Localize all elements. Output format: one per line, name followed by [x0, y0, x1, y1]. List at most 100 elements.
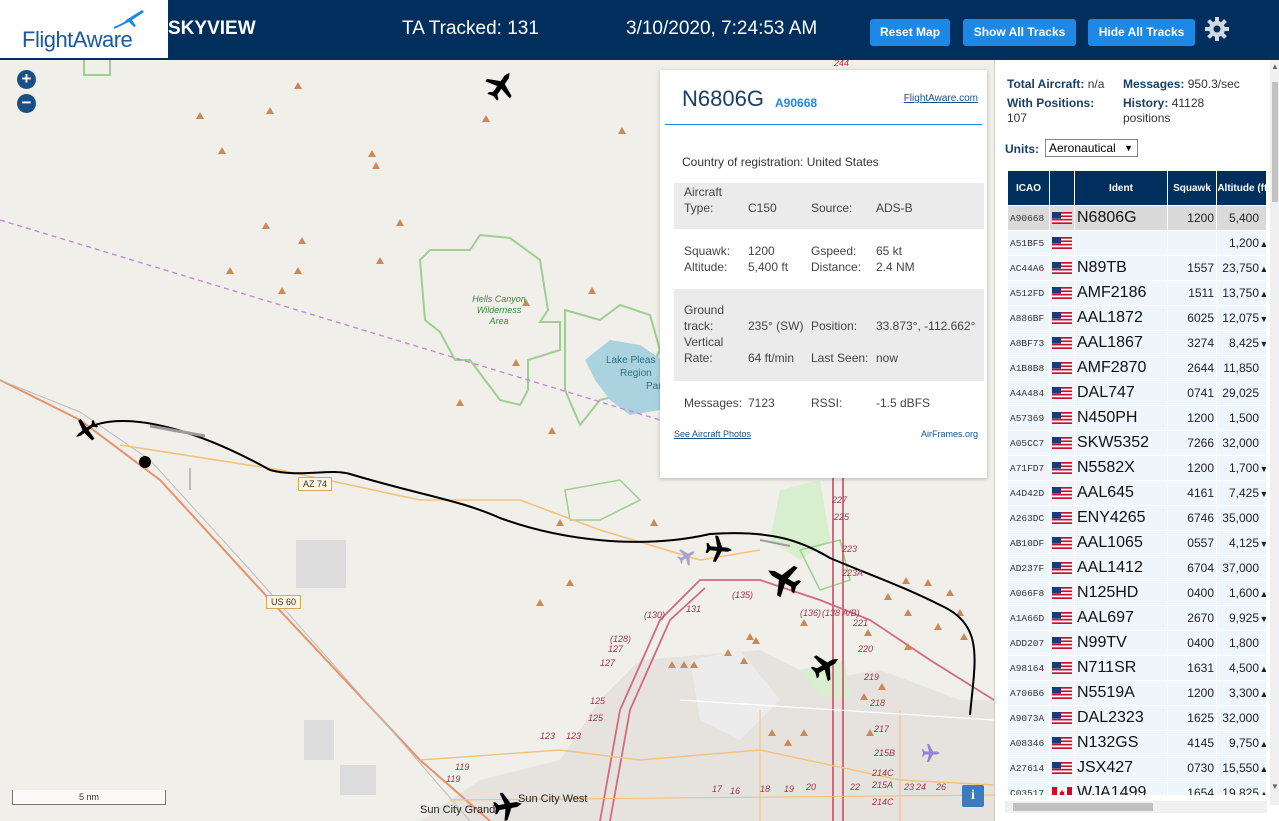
col-icao[interactable]: ICAO [1008, 171, 1049, 205]
route-244-label: 244 [834, 60, 850, 68]
airport-icon [677, 549, 695, 566]
scroll-up-icon[interactable]: ▲ [1271, 62, 1279, 71]
units-select[interactable]: Aeronautical ▼ [1045, 139, 1138, 157]
table-row[interactable]: A4A484 DAL747 0741 29,025 [1008, 381, 1266, 405]
altitude-cell: 12,075▼ [1217, 306, 1266, 330]
altitude-value: 1,500 [1228, 411, 1259, 425]
zoom-in-button[interactable]: + [17, 70, 36, 89]
vertical-scrollbar[interactable]: ▲ ▼ [1270, 60, 1279, 805]
table-row[interactable]: A4D42D AAL645 4161 7,425▼ [1008, 481, 1266, 505]
altitude-cell: 1,800 [1217, 631, 1266, 655]
icao-cell: AD237F [1008, 556, 1049, 580]
ta-tracked-count: TA Tracked: 131 [402, 18, 539, 39]
table-row[interactable]: A886BF AAL1872 6025 12,075▼ [1008, 306, 1266, 330]
info-button[interactable]: i [962, 785, 984, 807]
zoom-out-button[interactable]: − [17, 94, 36, 113]
altitude-value: 4,500 [1228, 661, 1259, 675]
map-view[interactable]: Hells Canyon Wilderness Area Lake Pleas Reg… [0, 60, 994, 821]
aircraft-icon[interactable] [492, 790, 524, 821]
table-row[interactable]: AC44A6 N89TB 1557 23,750▲ [1008, 256, 1266, 280]
exit-label: 225 [834, 512, 850, 522]
aircraft-icon[interactable] [810, 650, 842, 682]
lastseen-label: Last Seen: [811, 351, 869, 365]
aircraft-icon[interactable] [764, 560, 802, 598]
table-row[interactable]: AD237F AAL1412 6704 37,000 [1008, 556, 1266, 580]
airframes-link[interactable]: AirFrames.org [921, 429, 978, 439]
altitude-cell: 35,000 [1217, 506, 1266, 530]
table-row[interactable]: A27614 JSX427 0730 15,550▲ [1008, 756, 1266, 780]
aircraft-icon[interactable] [484, 68, 518, 102]
flag-cell [1050, 781, 1074, 795]
altitude-value: 1,800 [1228, 636, 1259, 650]
flightaware-logo[interactable]: FlightAware [0, 0, 168, 60]
site-name: SKYVIEW [168, 18, 256, 39]
track-value: 235° (SW) [748, 319, 804, 333]
scroll-down-icon[interactable]: ▼ [1271, 782, 1279, 791]
col-ident[interactable]: Ident [1075, 171, 1167, 205]
exit-label: 26 [936, 782, 947, 792]
squawk-cell: 0741 [1168, 381, 1216, 405]
usa-flag-icon [1052, 284, 1072, 301]
icao-cell: A71FD7 [1008, 456, 1049, 480]
flag-cell [1050, 281, 1074, 305]
exit-label: 18 [760, 784, 771, 794]
table-row[interactable]: A512FD AMF2186 1511 13,750▲ [1008, 281, 1266, 305]
table-row[interactable]: A71FD7 N5582X 1200 1,700▼ [1008, 456, 1266, 480]
usa-flag-icon [1052, 559, 1072, 576]
flightaware-link[interactable]: FlightAware.com [904, 93, 978, 104]
col-squawk[interactable]: Squawk [1168, 171, 1216, 205]
selected-aircraft-icon[interactable] [72, 416, 100, 444]
table-row[interactable]: AB10DF AAL1065 0557 4,125▼ [1008, 531, 1266, 555]
aircraft-photos-link[interactable]: See Aircraft Photos [674, 429, 751, 439]
exit-label: 16 [730, 786, 741, 796]
altitude-cell: 11,850 [1217, 356, 1266, 380]
hide-all-tracks-button[interactable]: Hide All Tracks [1088, 19, 1195, 46]
altitude-cell: 1,700▼ [1217, 456, 1266, 480]
horizontal-scroll-thumb[interactable] [1013, 803, 1153, 811]
gear-icon[interactable] [1204, 16, 1230, 42]
ident-cell: N5519A [1075, 681, 1167, 705]
flag-cell [1050, 531, 1074, 555]
altitude-cell: 1,200▲ [1217, 231, 1266, 255]
icao-cell: A8BF73 [1008, 331, 1049, 355]
ident-cell: JSX427 [1075, 756, 1167, 780]
usa-flag-icon [1052, 334, 1072, 351]
table-row[interactable]: A066F8 N125HD 0400 1,600▲ [1008, 581, 1266, 605]
usa-flag-icon [1052, 459, 1072, 476]
table-row[interactable]: A57369 N450PH 1200 1,500 [1008, 406, 1266, 430]
table-row[interactable]: A9073A DAL2323 1625 32,000 [1008, 706, 1266, 730]
squawk-block: Squawk: 1200 Gspeed: 65 kt Altitude: 5,4… [674, 238, 984, 284]
squawk-cell: 6025 [1168, 306, 1216, 330]
squawk-cell: 1200 [1168, 681, 1216, 705]
table-row[interactable]: A05CC7 SKW5352 7266 32,000 [1008, 431, 1266, 455]
table-row[interactable]: A1B8B8 AMF2870 2644 11,850 [1008, 356, 1266, 380]
col-flag[interactable] [1050, 171, 1074, 205]
receiver-marker [139, 456, 151, 468]
table-row[interactable]: A08346 N132GS 4145 9,750▲ [1008, 731, 1266, 755]
table-row[interactable]: A8BF73 AAL1867 3274 8,425▼ [1008, 331, 1266, 355]
reset-map-button[interactable]: Reset Map [870, 19, 950, 46]
col-altitude[interactable]: Altitude (ft) [1217, 171, 1266, 205]
ident-cell: N132GS [1075, 731, 1167, 755]
aircraft-table-wrap[interactable]: ICAO Ident Squawk Altitude (ft) A90668 N6… [1007, 170, 1266, 795]
horizontal-scrollbar[interactable] [1005, 801, 1267, 813]
table-row[interactable]: A98164 N711SR 1631 4,500▲ [1008, 656, 1266, 680]
exit-label: 119 [455, 762, 470, 772]
exit-label: 127 [608, 644, 624, 654]
show-all-tracks-button[interactable]: Show All Tracks [963, 19, 1076, 46]
table-row[interactable]: A706B6 N5519A 1200 3,300▲ [1008, 681, 1266, 705]
table-row[interactable]: A263DC ENY4265 6746 35,000 [1008, 506, 1266, 530]
aircraft-icon[interactable] [704, 534, 734, 564]
squawk-cell: 1625 [1168, 706, 1216, 730]
altitude-trend-icon: ▲ [1259, 789, 1266, 795]
vertical-scroll-thumb[interactable] [1272, 82, 1278, 202]
table-row[interactable]: C03517 WJA1499 1654 19,825▲ [1008, 781, 1266, 795]
aircraft-type-value: C150 [748, 201, 777, 215]
exit-label: 215A [872, 780, 894, 790]
icao-cell: A9073A [1008, 706, 1049, 730]
squawk-cell: 2670 [1168, 606, 1216, 630]
table-row[interactable]: A90668 N6806G 1200 5,400 [1008, 206, 1266, 230]
table-row[interactable]: A51BF5 1,200▲ [1008, 231, 1266, 255]
table-row[interactable]: A1A66D AAL697 2670 9,925▼ [1008, 606, 1266, 630]
table-row[interactable]: ADD207 N99TV 0400 1,800 [1008, 631, 1266, 655]
